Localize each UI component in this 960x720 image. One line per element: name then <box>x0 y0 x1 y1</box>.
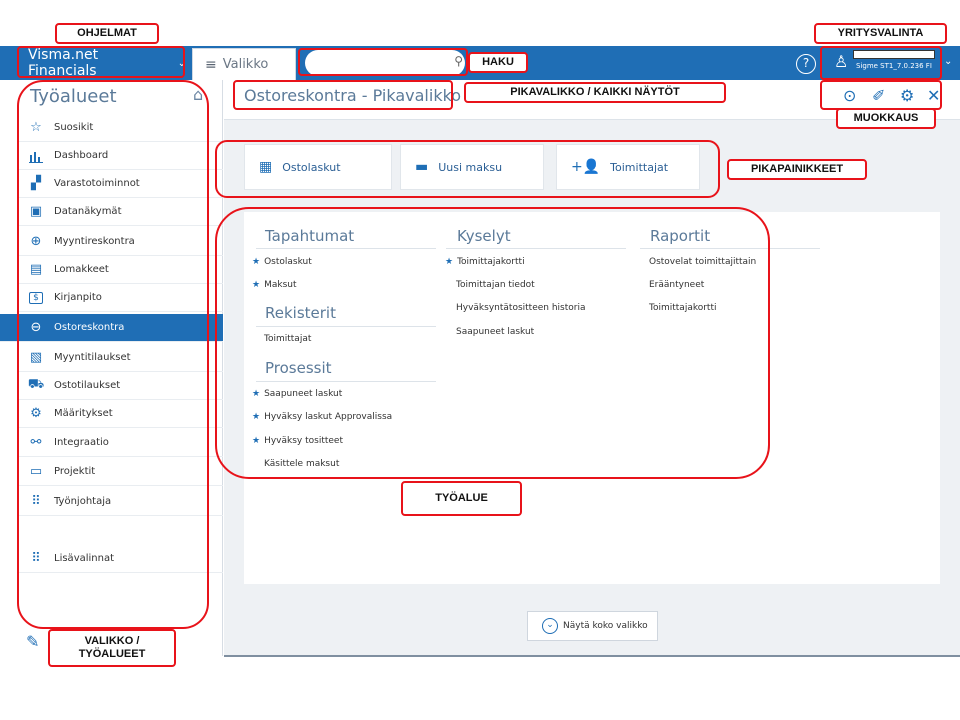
show-full-menu-label: Näytä koko valikko <box>563 621 648 631</box>
annotation-box-haku <box>298 48 468 76</box>
help-icon[interactable]: ? <box>796 54 816 74</box>
show-full-menu-button[interactable]: ⌄ Näytä koko valikko <box>527 611 658 641</box>
annotation-valikko-line1: VALIKKO / <box>84 635 140 647</box>
annotation-muokkaus: MUOKKAUS <box>836 108 936 129</box>
annotation-yritysvalinta: YRITYSVALINTA <box>814 23 947 44</box>
hamburger-icon: ≡ <box>205 56 217 73</box>
menu-tab[interactable]: ≡ Valikko <box>192 48 296 80</box>
annotation-valikko: VALIKKO / TYÖALUEET <box>48 629 176 667</box>
annotation-box-valikko <box>17 80 209 629</box>
chevron-circle-icon: ⌄ <box>542 618 558 634</box>
bottom-divider <box>224 655 960 657</box>
annotation-valikko-line2: TYÖALUEET <box>78 648 146 660</box>
chevron-down-icon[interactable]: ⌄ <box>944 56 952 67</box>
annotation-box-ohjelmat <box>17 46 185 78</box>
menu-tab-label: Valikko <box>222 57 269 72</box>
annotation-tyoalue: TYÖALUE <box>401 481 522 516</box>
screen: Visma.net Financials ⌄ ≡ Valikko ⚲ ? ♙ S… <box>0 0 960 720</box>
annotation-box-yritysvalinta <box>820 46 942 80</box>
annotation-box-pikapainikkeet <box>215 140 720 198</box>
annotation-box-muokkaus <box>820 80 942 110</box>
edit-note-icon[interactable]: ✎ <box>26 632 39 651</box>
annotation-pikapainikkeet: PIKAPAINIKKEET <box>727 159 867 180</box>
annotation-haku: HAKU <box>468 52 528 73</box>
annotation-box-tyoalue <box>215 207 770 479</box>
annotation-box-page-title <box>233 80 453 110</box>
annotation-ohjelmat: OHJELMAT <box>55 23 159 44</box>
annotation-pikavalikko: PIKAVALIKKO / KAIKKI NÄYTÖT <box>464 82 726 103</box>
